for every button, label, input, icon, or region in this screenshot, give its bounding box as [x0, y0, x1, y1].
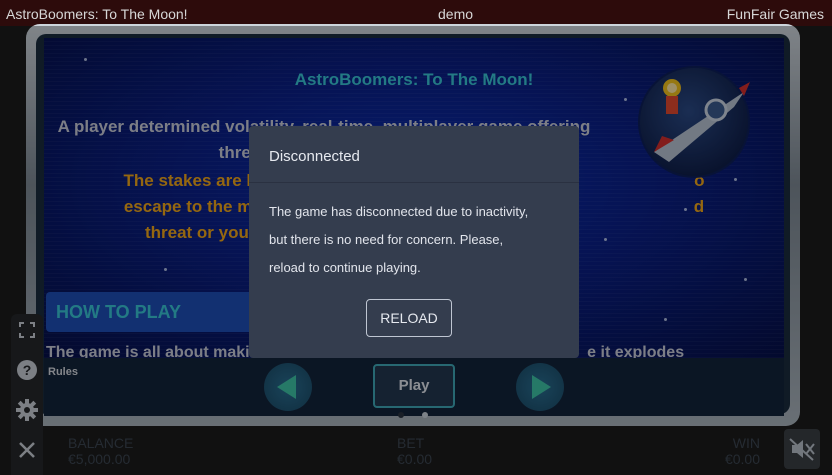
top-bar: AstroBoomers: To The Moon! demo FunFair … — [0, 0, 832, 26]
provider-name: FunFair Games — [726, 6, 824, 22]
dialog-message-line-3: reload to continue playing. — [269, 260, 421, 275]
dialog-title: Disconnected — [269, 148, 360, 165]
dialog-message: The game has disconnected due to inactiv… — [269, 198, 565, 282]
mode-label: demo — [438, 6, 474, 22]
dialog-message-line-1: The game has disconnected due to inactiv… — [269, 204, 529, 219]
disconnected-dialog: Disconnected The game has disconnected d… — [249, 126, 579, 358]
reload-button[interactable]: RELOAD — [366, 299, 452, 337]
game-title: AstroBoomers: To The Moon! — [6, 6, 188, 22]
dialog-divider — [249, 182, 579, 183]
dialog-message-line-2: but there is no need for concern. Please… — [269, 232, 504, 247]
